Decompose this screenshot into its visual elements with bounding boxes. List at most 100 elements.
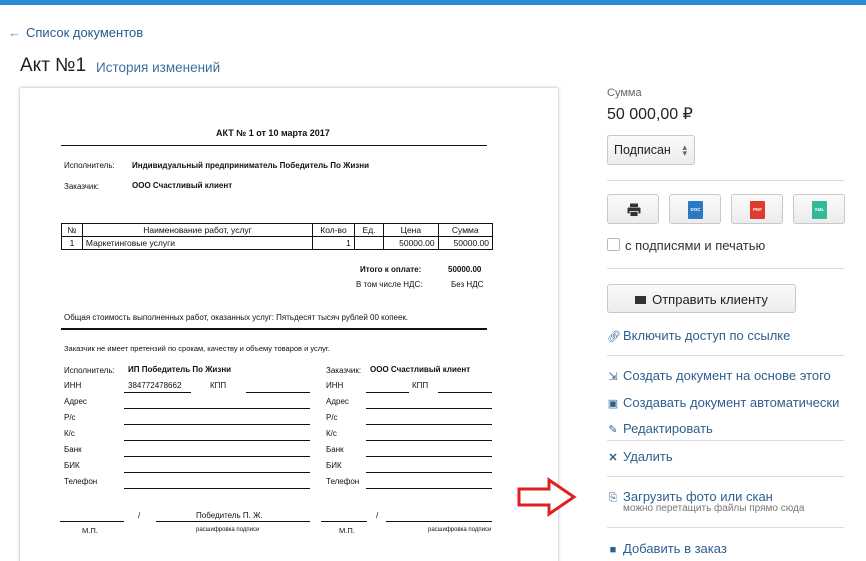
doc-right-rs-label: Р/с <box>326 413 338 422</box>
sum-label: Сумма <box>607 87 642 99</box>
with-signatures-checkbox[interactable] <box>607 238 620 251</box>
divider <box>607 527 844 528</box>
action-label: Добавить в заказ <box>623 541 727 556</box>
doc-line <box>366 392 409 393</box>
doc-total-text: Общая стоимость выполненных работ, оказа… <box>64 313 409 322</box>
doc-left-inn-label: ИНН <box>64 381 82 390</box>
doc-decode-right: расшифровка подписи <box>428 527 492 533</box>
action-label: Удалить <box>623 449 673 464</box>
action-label: Загрузить фото или скан <box>623 489 773 504</box>
back-to-documents-link[interactable]: ← Список документов <box>8 25 143 40</box>
doc-left-phone-label: Телефон <box>64 477 98 486</box>
doc-line <box>366 408 492 409</box>
action-label: Создавать документ автоматически <box>623 395 840 410</box>
send-button-label: Отправить клиенту <box>652 292 768 307</box>
doc-mp-left: М.П. <box>82 526 98 535</box>
table-cell: Маркетинговые услуги <box>81 236 314 250</box>
doc-customer-label: Заказчик: <box>64 182 100 191</box>
document-auto-icon: ▣ <box>607 398 619 410</box>
back-link-label: Список документов <box>26 25 144 40</box>
printer-icon <box>627 203 641 217</box>
history-link[interactable]: История изменений <box>96 60 220 75</box>
doc-line <box>366 456 492 457</box>
doc-line <box>124 488 310 489</box>
table-cell: 50000.00 <box>383 236 439 250</box>
doc-customer-value: ООО Счастливый клиент <box>132 181 233 190</box>
download-xml-button[interactable]: XML <box>793 194 845 224</box>
link-icon: 🔗︎ <box>607 331 621 343</box>
doc-left-ks-label: К/с <box>64 429 75 438</box>
doc-right-inn-label: ИНН <box>326 381 344 390</box>
edit-link[interactable]: ✎ Редактировать <box>607 421 712 436</box>
doc-right-phone-label: Телефон <box>326 477 360 486</box>
doc-right-bik-label: БИК <box>326 461 342 470</box>
paperclip-icon: ⎘ <box>608 492 618 504</box>
doc-line <box>124 456 310 457</box>
send-to-client-button[interactable]: Отправить клиенту <box>607 284 796 313</box>
doc-right-party-name: ООО Счастливый клиент <box>370 365 471 374</box>
table-header-cell: Наименование работ, услуг <box>81 223 314 237</box>
doc-line <box>438 392 492 393</box>
print-button[interactable] <box>607 194 659 224</box>
table-row: 1 Маркетинговые услуги 1 50000.00 50000.… <box>61 236 494 250</box>
delete-link[interactable]: ✕ Удалить <box>607 449 673 464</box>
table-header-cell: Цена <box>383 223 439 237</box>
doc-total-value: 50000.00 <box>448 265 482 274</box>
doc-left-party-name: ИП Победитель По Жизни <box>128 365 232 374</box>
pdf-file-icon: PDF <box>750 201 765 219</box>
doc-total-label: Итого к оплате: <box>360 265 422 274</box>
create-auto-document-link[interactable]: ▣ Создавать документ автоматически <box>607 395 840 410</box>
add-to-order-link[interactable]: ■ Добавить в заказ <box>607 541 727 556</box>
doc-left-bank-label: Банк <box>64 445 82 454</box>
doc-sign-left-name: Победитель П. Ж. <box>196 511 263 520</box>
doc-line <box>321 521 367 522</box>
divider <box>607 355 844 356</box>
doc-line <box>366 472 492 473</box>
briefcase-icon: ■ <box>609 544 617 556</box>
doc-sign-slash-right: / <box>376 511 379 520</box>
with-signatures-label: с подписями и печатью <box>625 238 766 253</box>
doc-line <box>124 392 191 393</box>
doc-sign-slash-left: / <box>138 511 141 520</box>
doc-right-kpp-label: КПП <box>412 381 429 390</box>
doc-title: АКТ № 1 от 10 марта 2017 <box>216 128 330 138</box>
divider <box>607 180 844 181</box>
doc-line <box>124 472 310 473</box>
doc-left-rs-label: Р/с <box>64 413 76 422</box>
download-doc-button[interactable]: DOC <box>669 194 721 224</box>
doc-line <box>366 488 492 489</box>
doc-right-party-label: Заказчик: <box>326 366 362 375</box>
status-select-value: Подписан <box>614 143 671 157</box>
doc-no-claims: Заказчик не имеет претензий по срокам, к… <box>64 344 330 353</box>
doc-decode-left: расшифровка подписи <box>196 527 260 533</box>
doc-line <box>156 521 310 522</box>
doc-executor-value: Индивидуальный предприниматель Победител… <box>132 161 370 170</box>
download-pdf-button[interactable]: PDF <box>731 194 783 224</box>
table-header-cell: № <box>61 223 83 237</box>
status-select[interactable]: Подписан ▴ ▾ <box>607 135 695 165</box>
doc-line <box>246 392 310 393</box>
doc-title-underline <box>61 145 487 146</box>
divider <box>607 268 844 269</box>
doc-right-address-label: Адрес <box>326 397 349 406</box>
doc-line <box>60 521 124 522</box>
doc-file-icon: DOC <box>688 201 703 219</box>
upload-hint: можно перетащить файлы прямо сюда <box>623 503 805 514</box>
doc-total-underline <box>61 328 487 330</box>
doc-line <box>386 521 492 522</box>
divider <box>607 476 844 477</box>
doc-line <box>124 440 310 441</box>
table-header-row: № Наименование работ, услуг Кол-во Ед. Ц… <box>61 223 494 237</box>
action-label: Создать документ на основе этого <box>623 368 831 383</box>
table-cell <box>353 236 385 250</box>
divider <box>607 440 844 441</box>
sum-value: 50 000,00 ₽ <box>607 106 693 123</box>
doc-right-bank-label: Банк <box>326 445 344 454</box>
document-preview: АКТ № 1 от 10 марта 2017 Исполнитель: Ин… <box>20 88 558 561</box>
create-based-document-link[interactable]: ⇲ Создать документ на основе этого <box>607 368 831 383</box>
doc-left-inn-value: 384772478662 <box>128 381 182 390</box>
table-header-cell: Кол-во <box>312 223 355 237</box>
action-label: Включить доступ по ссылке <box>623 328 791 343</box>
enable-link-access-link[interactable]: 🔗︎ Включить доступ по ссылке <box>607 328 790 343</box>
doc-left-party-label: Исполнитель: <box>64 366 115 375</box>
